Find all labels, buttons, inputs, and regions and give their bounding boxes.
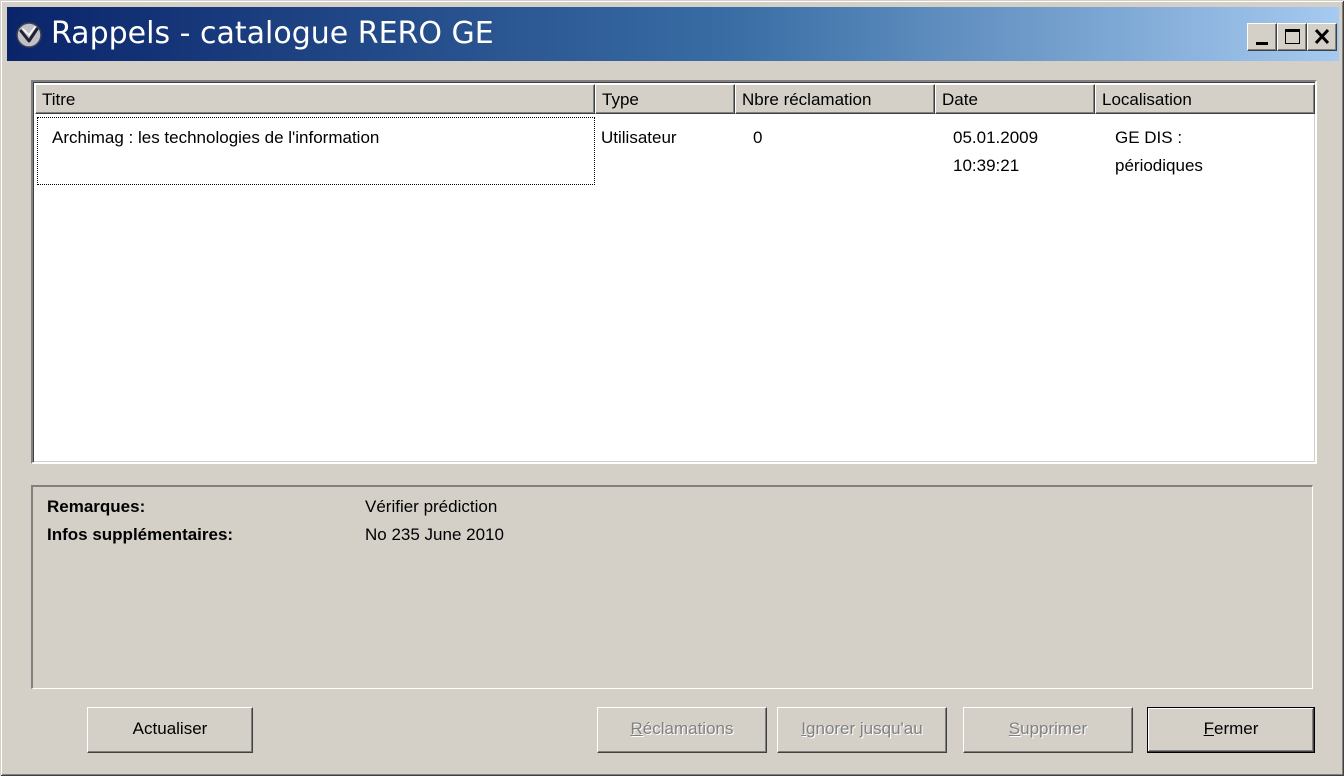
fermer-label: ermer [1213, 719, 1259, 738]
actualiser-label: Actualiser [132, 719, 208, 738]
list-row[interactable]: Archimag : les technologies de l'informa… [35, 114, 1315, 190]
supprimer-label: upprimer [1020, 719, 1088, 738]
close-button[interactable] [1307, 23, 1337, 51]
window-title: Rappels - catalogue RERO GE [51, 16, 494, 51]
column-header-type[interactable]: Type [595, 84, 735, 114]
rappels-window: Rappels - catalogue RERO GE Titre Type N… [0, 0, 1344, 776]
remarques-value: Vérifier prédiction [365, 497, 498, 516]
reclamations-label: éclamations [642, 719, 734, 738]
ignorer-jusquau-button[interactable]: Ignorer jusqu'au [777, 707, 947, 753]
minimize-button[interactable] [1247, 23, 1277, 51]
column-header-localisation[interactable]: Localisation [1095, 84, 1315, 114]
row-titre[interactable]: Archimag : les technologies de l'informa… [37, 117, 595, 185]
fermer-accel: F [1203, 719, 1214, 738]
infos-supplementaires-label: Infos supplémentaires: [47, 525, 234, 544]
title-bar[interactable]: Rappels - catalogue RERO GE [7, 7, 1339, 61]
infos-supplementaires-value: No 235 June 2010 [365, 525, 504, 544]
minimize-icon [1256, 42, 1268, 45]
reclamations-accel: R [630, 719, 643, 738]
row-nbre-reclamation: 0 [753, 128, 763, 147]
row-type: Utilisateur [601, 128, 677, 147]
supprimer-button[interactable]: Supprimer [963, 707, 1133, 753]
column-header-date[interactable]: Date [935, 84, 1095, 114]
ignorer-label: gnorer jusqu'au [806, 719, 923, 738]
reminders-list[interactable]: Titre Type Nbre réclamation Date Localis… [31, 80, 1317, 464]
remarques-label: Remarques: [47, 497, 146, 516]
list-header: Titre Type Nbre réclamation Date Localis… [35, 84, 1315, 114]
app-icon [15, 21, 43, 49]
row-localisation: GE DIS : périodiques [1115, 128, 1203, 175]
column-header-titre[interactable]: Titre [35, 84, 595, 114]
reclamations-button[interactable]: Réclamations [597, 707, 767, 753]
supprimer-accel: S [1008, 719, 1021, 738]
row-date: 05.01.2009 10:39:21 [953, 128, 1039, 175]
maximize-icon [1285, 29, 1300, 44]
column-header-nbre-reclamation[interactable]: Nbre réclamation [735, 84, 935, 114]
fermer-button[interactable]: Fermer [1147, 707, 1315, 753]
details-panel: Remarques: Vérifier prédiction Infos sup… [31, 485, 1313, 689]
actualiser-button[interactable]: Actualiser [87, 707, 253, 753]
close-icon [1314, 28, 1330, 45]
maximize-button[interactable] [1277, 23, 1307, 51]
